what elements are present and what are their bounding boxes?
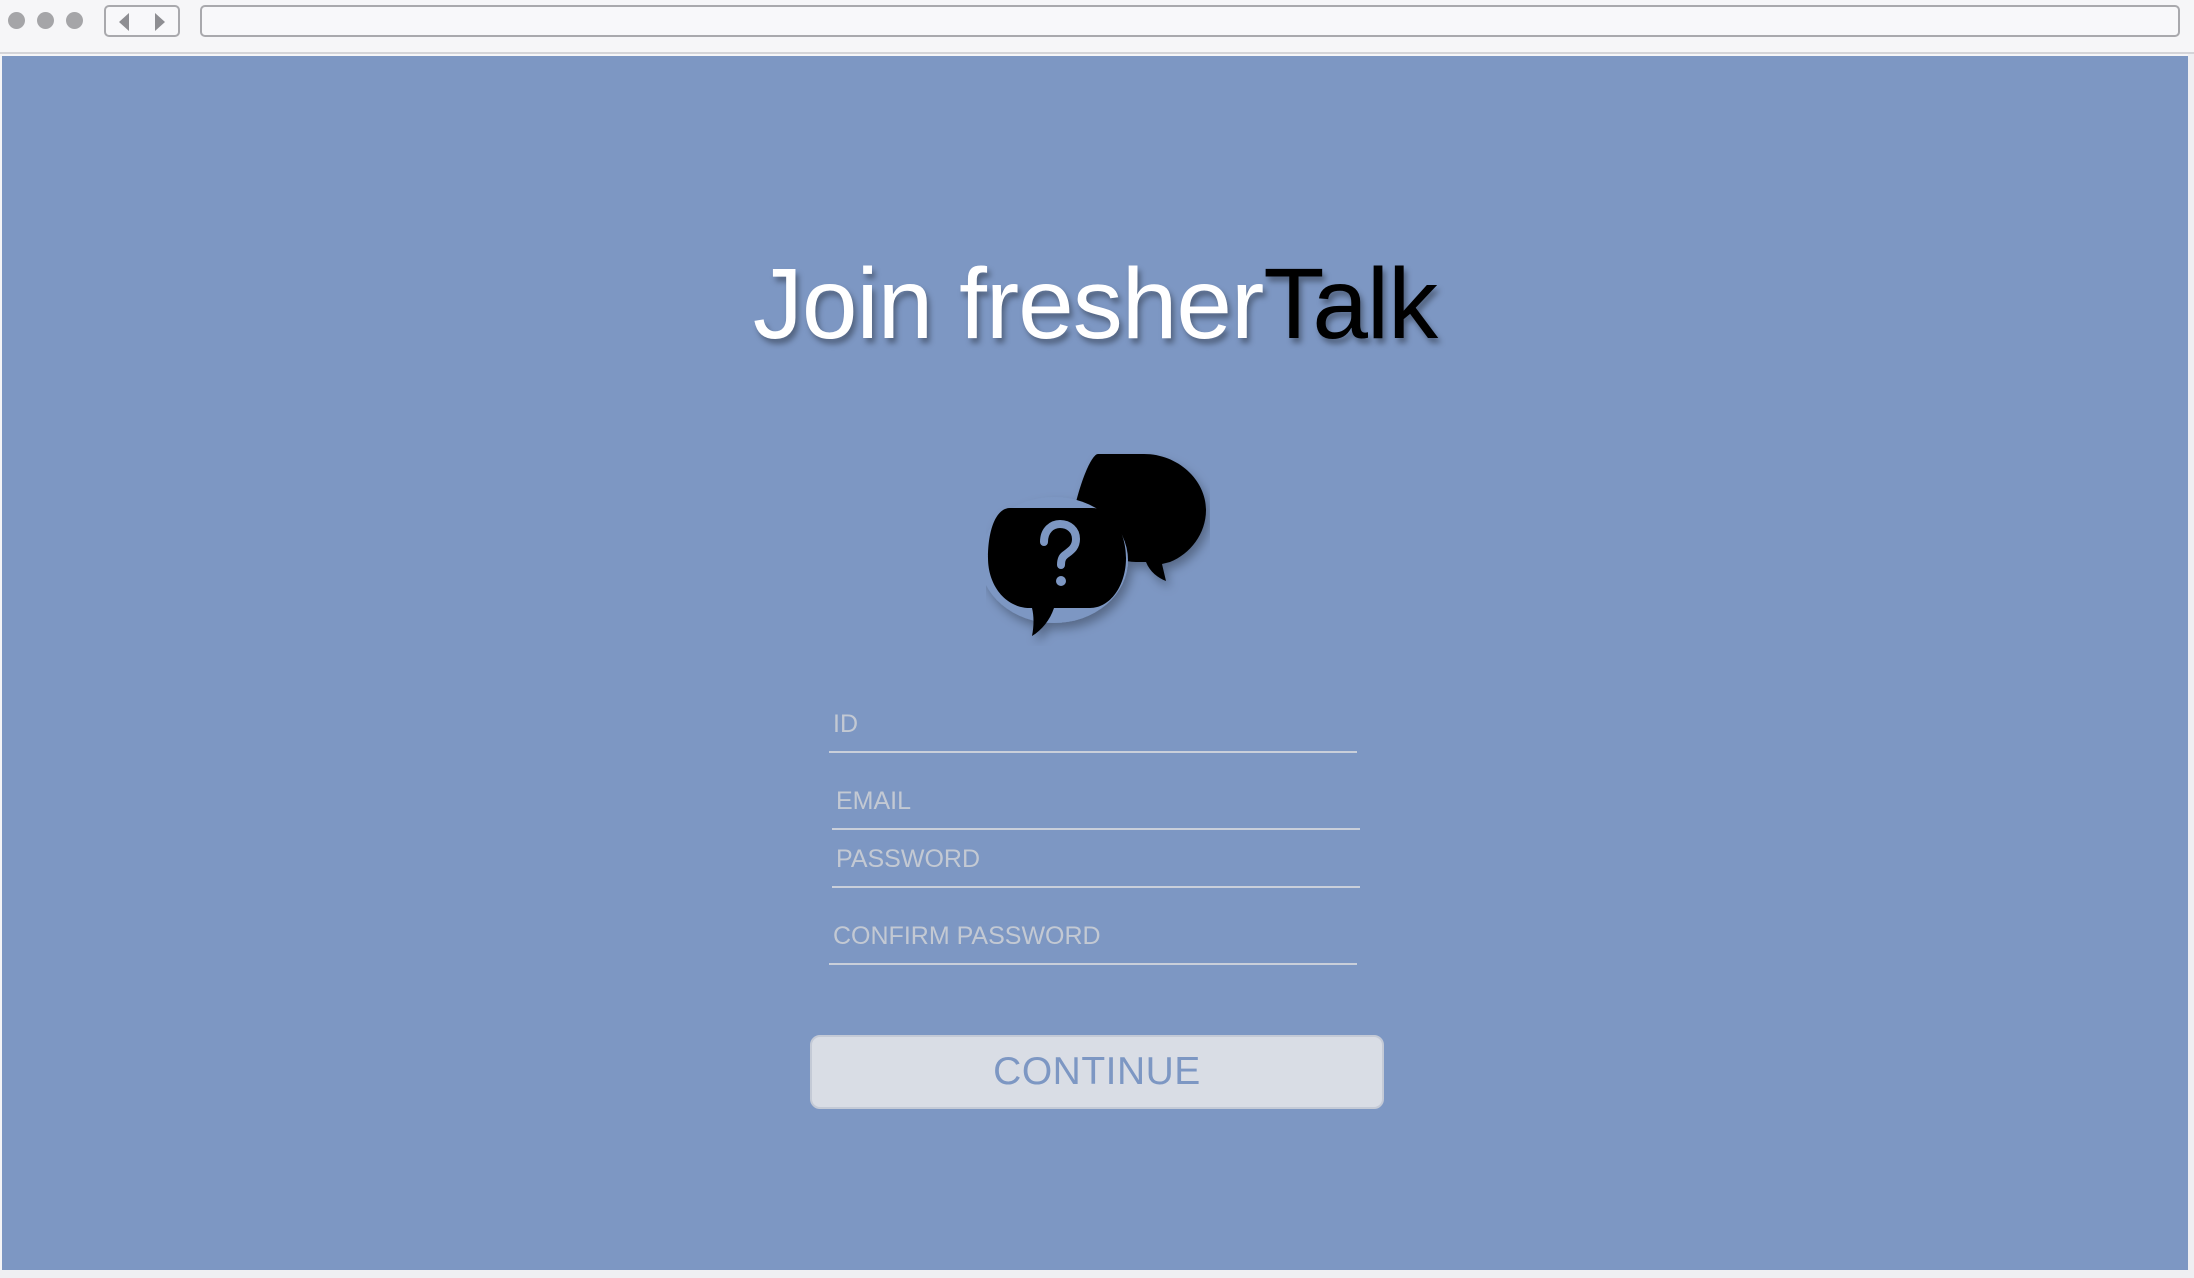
back-button[interactable] [106, 7, 142, 35]
email-input[interactable] [832, 774, 1360, 828]
window-right-edge [2188, 54, 2194, 1278]
page-title-prefix: Join fresher [752, 248, 1264, 360]
confirm-password-input[interactable] [829, 909, 1357, 963]
minimize-window-dot[interactable] [37, 12, 54, 29]
chevron-right-icon [155, 13, 165, 31]
zoom-window-dot[interactable] [66, 12, 83, 29]
browser-window: Join fresherTalk ID EMAIL CONTINUE [0, 0, 2194, 1278]
signup-page: Join fresherTalk ID EMAIL CONTINUE [2, 56, 2188, 1270]
chat-bubbles-question-icon [986, 454, 1206, 636]
continue-button[interactable]: CONTINUE [810, 1035, 1384, 1109]
address-bar[interactable] [200, 5, 2180, 37]
close-window-dot[interactable] [8, 12, 25, 29]
confirm-password-field [829, 909, 1357, 965]
id-field [829, 697, 1357, 753]
email-field [832, 774, 1360, 830]
window-bottom-edge [0, 1270, 2194, 1278]
chevron-left-icon [119, 13, 129, 31]
password-field [832, 832, 1360, 888]
page-title: Join fresherTalk [2, 244, 2188, 364]
password-input[interactable] [832, 832, 1360, 886]
browser-toolbar [0, 0, 2194, 54]
forward-button[interactable] [142, 7, 178, 35]
page-title-brand: Talk [1263, 248, 1438, 360]
navigation-buttons [104, 5, 180, 37]
id-input[interactable] [829, 697, 1357, 751]
